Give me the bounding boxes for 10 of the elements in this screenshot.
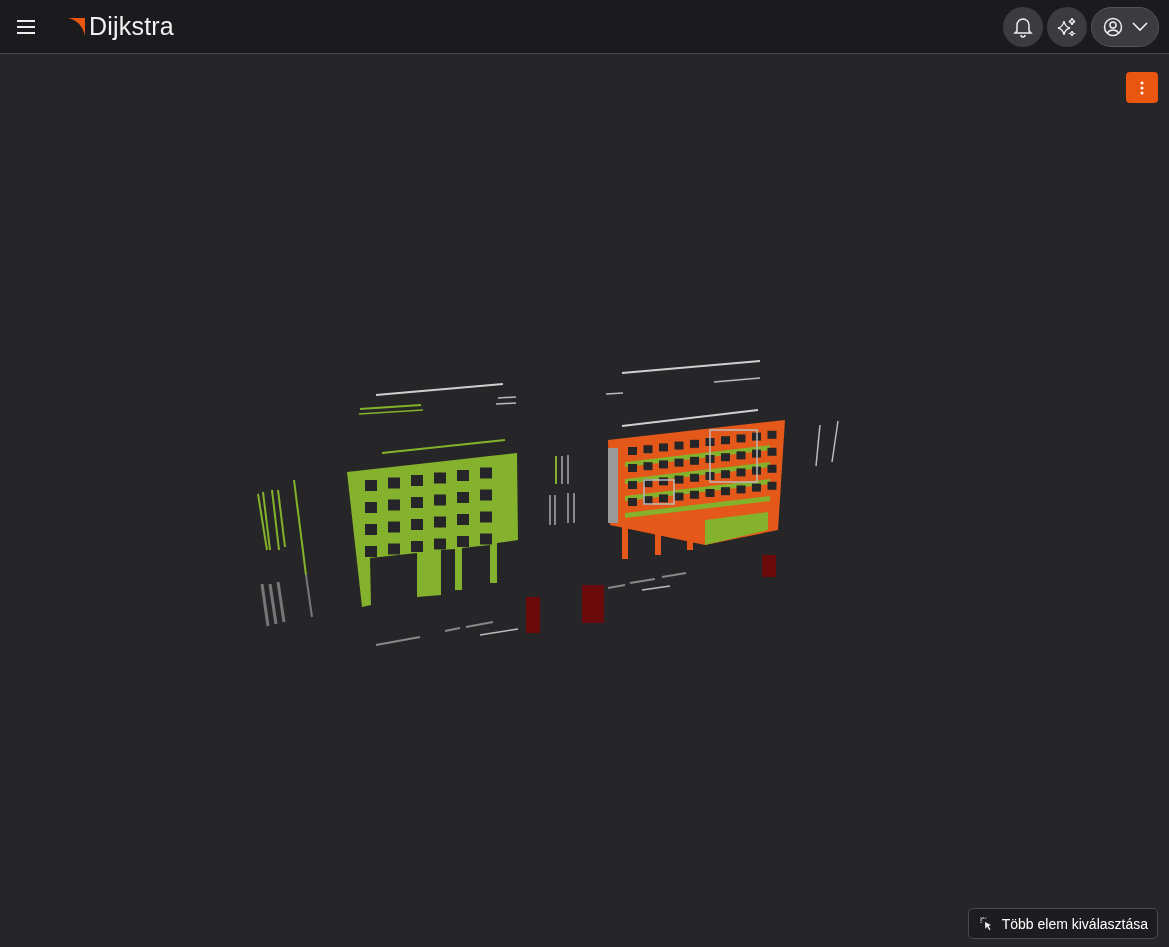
user-icon	[1102, 16, 1123, 37]
multi-select-button[interactable]: Több elem kiválasztása	[967, 908, 1158, 939]
account-button[interactable]	[1091, 6, 1159, 47]
sparkle-icon[interactable]	[1047, 6, 1087, 47]
cursor-click-icon	[978, 915, 993, 932]
logo-icon	[68, 17, 85, 36]
bell-icon[interactable]	[1003, 6, 1043, 47]
chevron-down-icon	[1131, 21, 1148, 32]
app-name: Dijkstra	[89, 12, 174, 41]
viewer-canvas[interactable]: Több elem kiválasztása	[0, 54, 1169, 947]
